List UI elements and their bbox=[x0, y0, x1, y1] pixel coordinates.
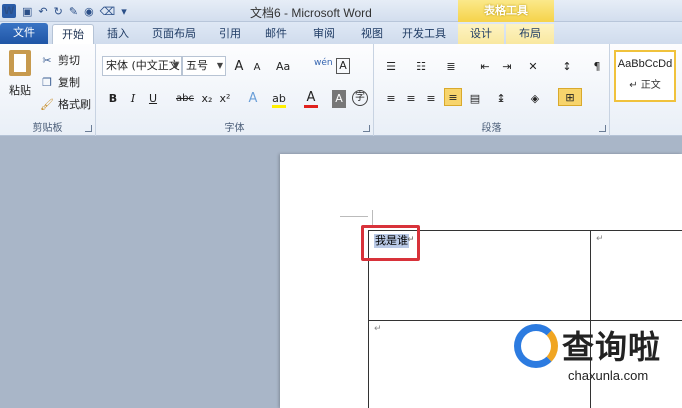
shrink-font-button[interactable]: A bbox=[250, 59, 264, 77]
format-painter-button[interactable]: 🖌 格式刷 bbox=[40, 96, 91, 112]
tab-references[interactable]: 引用 bbox=[210, 24, 250, 44]
style-normal[interactable]: AaBbCcDd ↵ 正文 bbox=[614, 50, 676, 102]
line-spacing-icon[interactable]: ↨ bbox=[494, 90, 508, 108]
align-center-icon[interactable]: ≡ bbox=[404, 90, 418, 108]
paragraph-dialog-launcher[interactable] bbox=[599, 125, 606, 132]
paragraph-group: ☰ ☷ ≣ ⇤ ⇥ ✕ ↕ ¶ ≡ ≡ ≡ ≡ ▤ ↨ ◈ ⊞ 段落 bbox=[374, 44, 610, 136]
tab-review[interactable]: 审阅 bbox=[302, 24, 346, 44]
workspace-top bbox=[0, 136, 682, 154]
char-shading-button[interactable]: A bbox=[332, 90, 346, 108]
scissors-icon: ✂ bbox=[42, 53, 52, 67]
copy-label: 复制 bbox=[58, 76, 80, 89]
font-name-value: 宋体 (中文正文 bbox=[106, 59, 180, 72]
tab-page-layout[interactable]: 页面布局 bbox=[142, 24, 206, 44]
format-painter-label: 格式刷 bbox=[58, 98, 91, 111]
font-size-value: 五号 bbox=[186, 59, 208, 72]
tab-view[interactable]: 视图 bbox=[350, 24, 394, 44]
char-border-button[interactable]: A bbox=[336, 58, 350, 74]
font-color-button[interactable]: A bbox=[304, 90, 318, 108]
style-name-text: 正文 bbox=[640, 80, 661, 91]
watermark-name: 查询啦 bbox=[562, 328, 662, 366]
align-left-icon[interactable]: ≡ bbox=[384, 90, 398, 108]
clipboard-dialog-launcher[interactable] bbox=[85, 125, 92, 132]
clipboard-group: 粘贴 ✂ 剪切 ❐ 复制 🖌 格式刷 剪贴板 bbox=[0, 44, 96, 136]
cut-label: 剪切 bbox=[58, 54, 80, 67]
crop-mark-vertical bbox=[372, 210, 373, 226]
distributed-icon[interactable]: ▤ bbox=[468, 90, 482, 108]
subscript-button[interactable]: x₂ bbox=[200, 90, 214, 108]
customize-qat-icon[interactable]: ▾ bbox=[121, 5, 127, 18]
clipboard-group-label: 剪贴板 bbox=[32, 123, 63, 134]
bold-button[interactable]: B bbox=[106, 90, 120, 108]
align-right-icon[interactable]: ≡ bbox=[424, 90, 438, 108]
annotation-highlight-box bbox=[361, 225, 420, 261]
watermark-logo-icon bbox=[514, 324, 558, 368]
ribbon-tabs: 文件 开始 插入 页面布局 引用 邮件 审阅 视图 开发工具 设计 布局 bbox=[0, 22, 682, 44]
style-name: ↵ 正文 bbox=[629, 80, 661, 91]
change-case-button[interactable]: Aa bbox=[276, 58, 290, 76]
italic-button[interactable]: I bbox=[126, 90, 140, 108]
tab-file[interactable]: 文件 bbox=[0, 23, 48, 44]
chinese-layout-icon[interactable]: ✕ bbox=[526, 58, 540, 76]
superscript-button[interactable]: x² bbox=[218, 90, 232, 108]
underline-button[interactable]: U bbox=[146, 90, 160, 108]
tab-layout[interactable]: 布局 bbox=[506, 24, 554, 44]
font-size-combo[interactable]: 五号 ▼ bbox=[182, 56, 226, 76]
cell-end-mark: ↵ bbox=[596, 234, 604, 244]
text-effects-button[interactable]: A bbox=[246, 90, 260, 108]
tab-mailings[interactable]: 邮件 bbox=[254, 24, 298, 44]
multilevel-list-icon[interactable]: ≣ bbox=[444, 58, 458, 76]
title-bar: W ▣ ↶ ↻ ✎ ◉ ⌫ ▾ 文档6 - Microsoft Word 表格工… bbox=[0, 0, 682, 22]
grow-font-button[interactable]: A bbox=[232, 58, 246, 76]
font-dialog-launcher[interactable] bbox=[363, 125, 370, 132]
undo-icon[interactable]: ↶ bbox=[38, 5, 47, 18]
crop-mark-horizontal bbox=[340, 216, 368, 217]
tab-home[interactable]: 开始 bbox=[52, 24, 94, 44]
tab-design[interactable]: 设计 bbox=[458, 24, 504, 44]
chevron-down-icon: ▼ bbox=[216, 61, 223, 70]
window-title: 文档6 - Microsoft Word bbox=[250, 6, 372, 20]
style-sample: AaBbCcDd bbox=[617, 58, 673, 70]
decrease-indent-icon[interactable]: ⇤ bbox=[478, 58, 492, 76]
font-group: 宋体 (中文正文 ▼ 五号 ▼ A A Aa wén A B I U abc x… bbox=[96, 44, 374, 136]
borders-icon[interactable]: ⊞ bbox=[558, 88, 582, 106]
strikethrough-button[interactable]: abc bbox=[176, 90, 194, 108]
eraser-icon[interactable]: ⌫ bbox=[100, 5, 116, 18]
copy-button[interactable]: ❐ 复制 bbox=[40, 74, 80, 90]
cell-end-mark: ↵ bbox=[374, 324, 382, 334]
brush-icon[interactable]: ✎ bbox=[69, 5, 78, 18]
font-name-combo[interactable]: 宋体 (中文正文 ▼ bbox=[102, 56, 182, 76]
paste-label: 粘贴 bbox=[9, 84, 31, 97]
shading-icon[interactable]: ◈ bbox=[528, 90, 542, 108]
phonetic-guide-button[interactable]: wén bbox=[314, 54, 333, 72]
save-icon[interactable]: ▣ bbox=[22, 5, 32, 18]
show-marks-icon[interactable]: ¶ bbox=[590, 58, 604, 76]
redo-icon[interactable]: ↻ bbox=[54, 5, 63, 18]
chevron-down-icon: ▼ bbox=[172, 61, 179, 70]
color-wheel-icon[interactable]: ◉ bbox=[84, 5, 94, 18]
copy-icon: ❐ bbox=[42, 75, 52, 89]
cut-button[interactable]: ✂ 剪切 bbox=[40, 52, 80, 68]
word-app-icon[interactable]: W bbox=[2, 4, 16, 18]
watermark-url: chaxunla.com bbox=[568, 368, 649, 383]
tab-developer[interactable]: 开发工具 bbox=[396, 24, 452, 44]
highlight-icon[interactable]: ab bbox=[272, 90, 286, 108]
numbering-icon[interactable]: ☷ bbox=[414, 58, 428, 76]
site-watermark: 查询啦 chaxunla.com bbox=[514, 318, 682, 408]
enclose-char-button[interactable]: 字 bbox=[352, 90, 368, 106]
table-tools-context-title: 表格工具 bbox=[458, 0, 554, 22]
paste-button[interactable]: 粘贴 bbox=[6, 50, 34, 98]
font-group-label: 字体 bbox=[224, 123, 245, 134]
sort-icon[interactable]: ↕ bbox=[560, 58, 574, 76]
tab-insert[interactable]: 插入 bbox=[98, 24, 138, 44]
paragraph-group-label: 段落 bbox=[481, 123, 502, 134]
quick-access-toolbar: W ▣ ↶ ↻ ✎ ◉ ⌫ ▾ bbox=[2, 2, 127, 20]
justify-icon[interactable]: ≡ bbox=[444, 88, 462, 106]
paste-icon bbox=[9, 50, 31, 76]
ribbon: 粘贴 ✂ 剪切 ❐ 复制 🖌 格式刷 剪贴板 宋体 (中文正文 ▼ 五号 ▼ A… bbox=[0, 44, 682, 136]
bullets-icon[interactable]: ☰ bbox=[384, 58, 398, 76]
increase-indent-icon[interactable]: ⇥ bbox=[500, 58, 514, 76]
format-painter-icon: 🖌 bbox=[40, 97, 54, 111]
